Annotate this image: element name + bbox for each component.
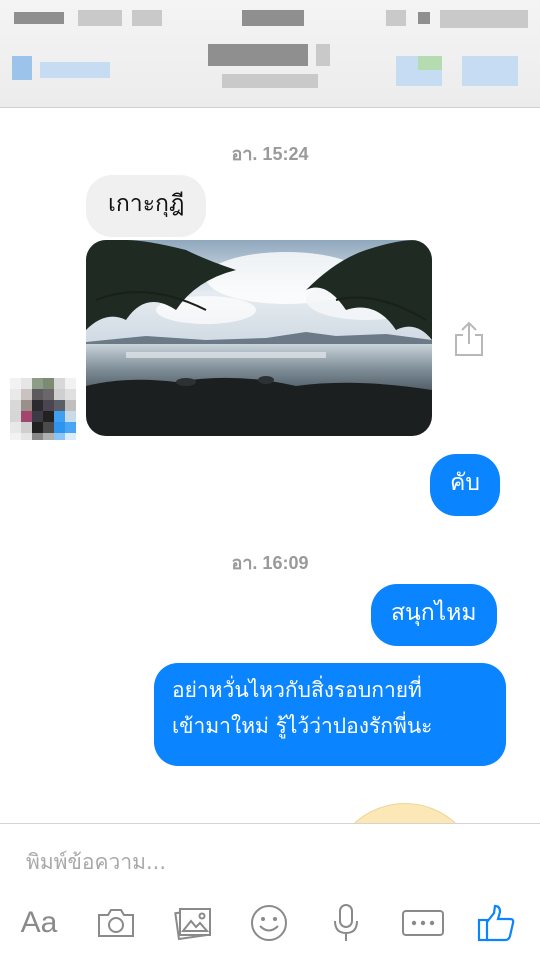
back-chevron-icon[interactable] xyxy=(12,56,32,80)
text-format-button[interactable]: Aa xyxy=(14,899,64,947)
message-input[interactable]: พิมพ์ข้อความ... xyxy=(26,846,166,879)
call-icon[interactable] xyxy=(396,56,418,86)
message-text-line-1: อย่าหวั่นไหวกับสิ่งรอบกายที่ xyxy=(172,678,422,702)
camera-icon[interactable] xyxy=(92,899,140,947)
microphone-icon[interactable] xyxy=(322,899,370,947)
message-composer: พิมพ์ข้อความ... Aa xyxy=(0,823,540,960)
conversation-header xyxy=(0,0,540,108)
contact-name[interactable] xyxy=(208,44,308,66)
status-icon xyxy=(386,10,406,26)
incoming-photo[interactable] xyxy=(86,240,432,436)
status-signal xyxy=(78,10,122,26)
status-icon-2 xyxy=(418,12,430,24)
timestamp: อา. 15:24 xyxy=(231,144,309,164)
more-icon[interactable] xyxy=(398,899,448,947)
gallery-icon[interactable] xyxy=(169,899,217,947)
back-button[interactable] xyxy=(40,62,110,78)
timestamp: อา. 16:09 xyxy=(231,553,309,573)
battery-icon xyxy=(440,10,528,28)
contact-avatar[interactable] xyxy=(10,378,76,440)
message-text: สนุกไหม xyxy=(391,600,477,626)
contact-name-2 xyxy=(316,44,330,66)
call-icon-part xyxy=(418,56,442,70)
outgoing-message-bubble[interactable]: อย่าหวั่นไหวกับสิ่งรอบกายที่ เข้ามาใหม่ … xyxy=(154,663,506,766)
emoji-icon[interactable] xyxy=(245,899,293,947)
message-text: เกาะกุฎี xyxy=(108,191,185,217)
composer-toolbar: Aa xyxy=(0,899,540,949)
status-time xyxy=(242,10,304,26)
thumbs-up-icon[interactable] xyxy=(472,899,520,947)
message-text: คับ xyxy=(450,470,480,496)
status-carrier xyxy=(14,12,64,24)
video-call-icon[interactable] xyxy=(462,56,518,86)
text-format-label: Aa xyxy=(20,906,58,939)
contact-status xyxy=(222,74,318,88)
incoming-message-bubble[interactable]: เกาะกุฎี xyxy=(86,175,207,237)
outgoing-message-bubble[interactable]: สนุกไหม xyxy=(371,584,497,646)
outgoing-message-bubble[interactable]: คับ xyxy=(430,454,500,516)
message-text-line-2: เข้ามาใหม่ รู้ไว้ว่าปองรักพี่นะ xyxy=(172,713,433,738)
share-icon[interactable] xyxy=(452,320,486,358)
call-icon-part-2 xyxy=(418,70,442,86)
status-wifi xyxy=(132,10,162,26)
